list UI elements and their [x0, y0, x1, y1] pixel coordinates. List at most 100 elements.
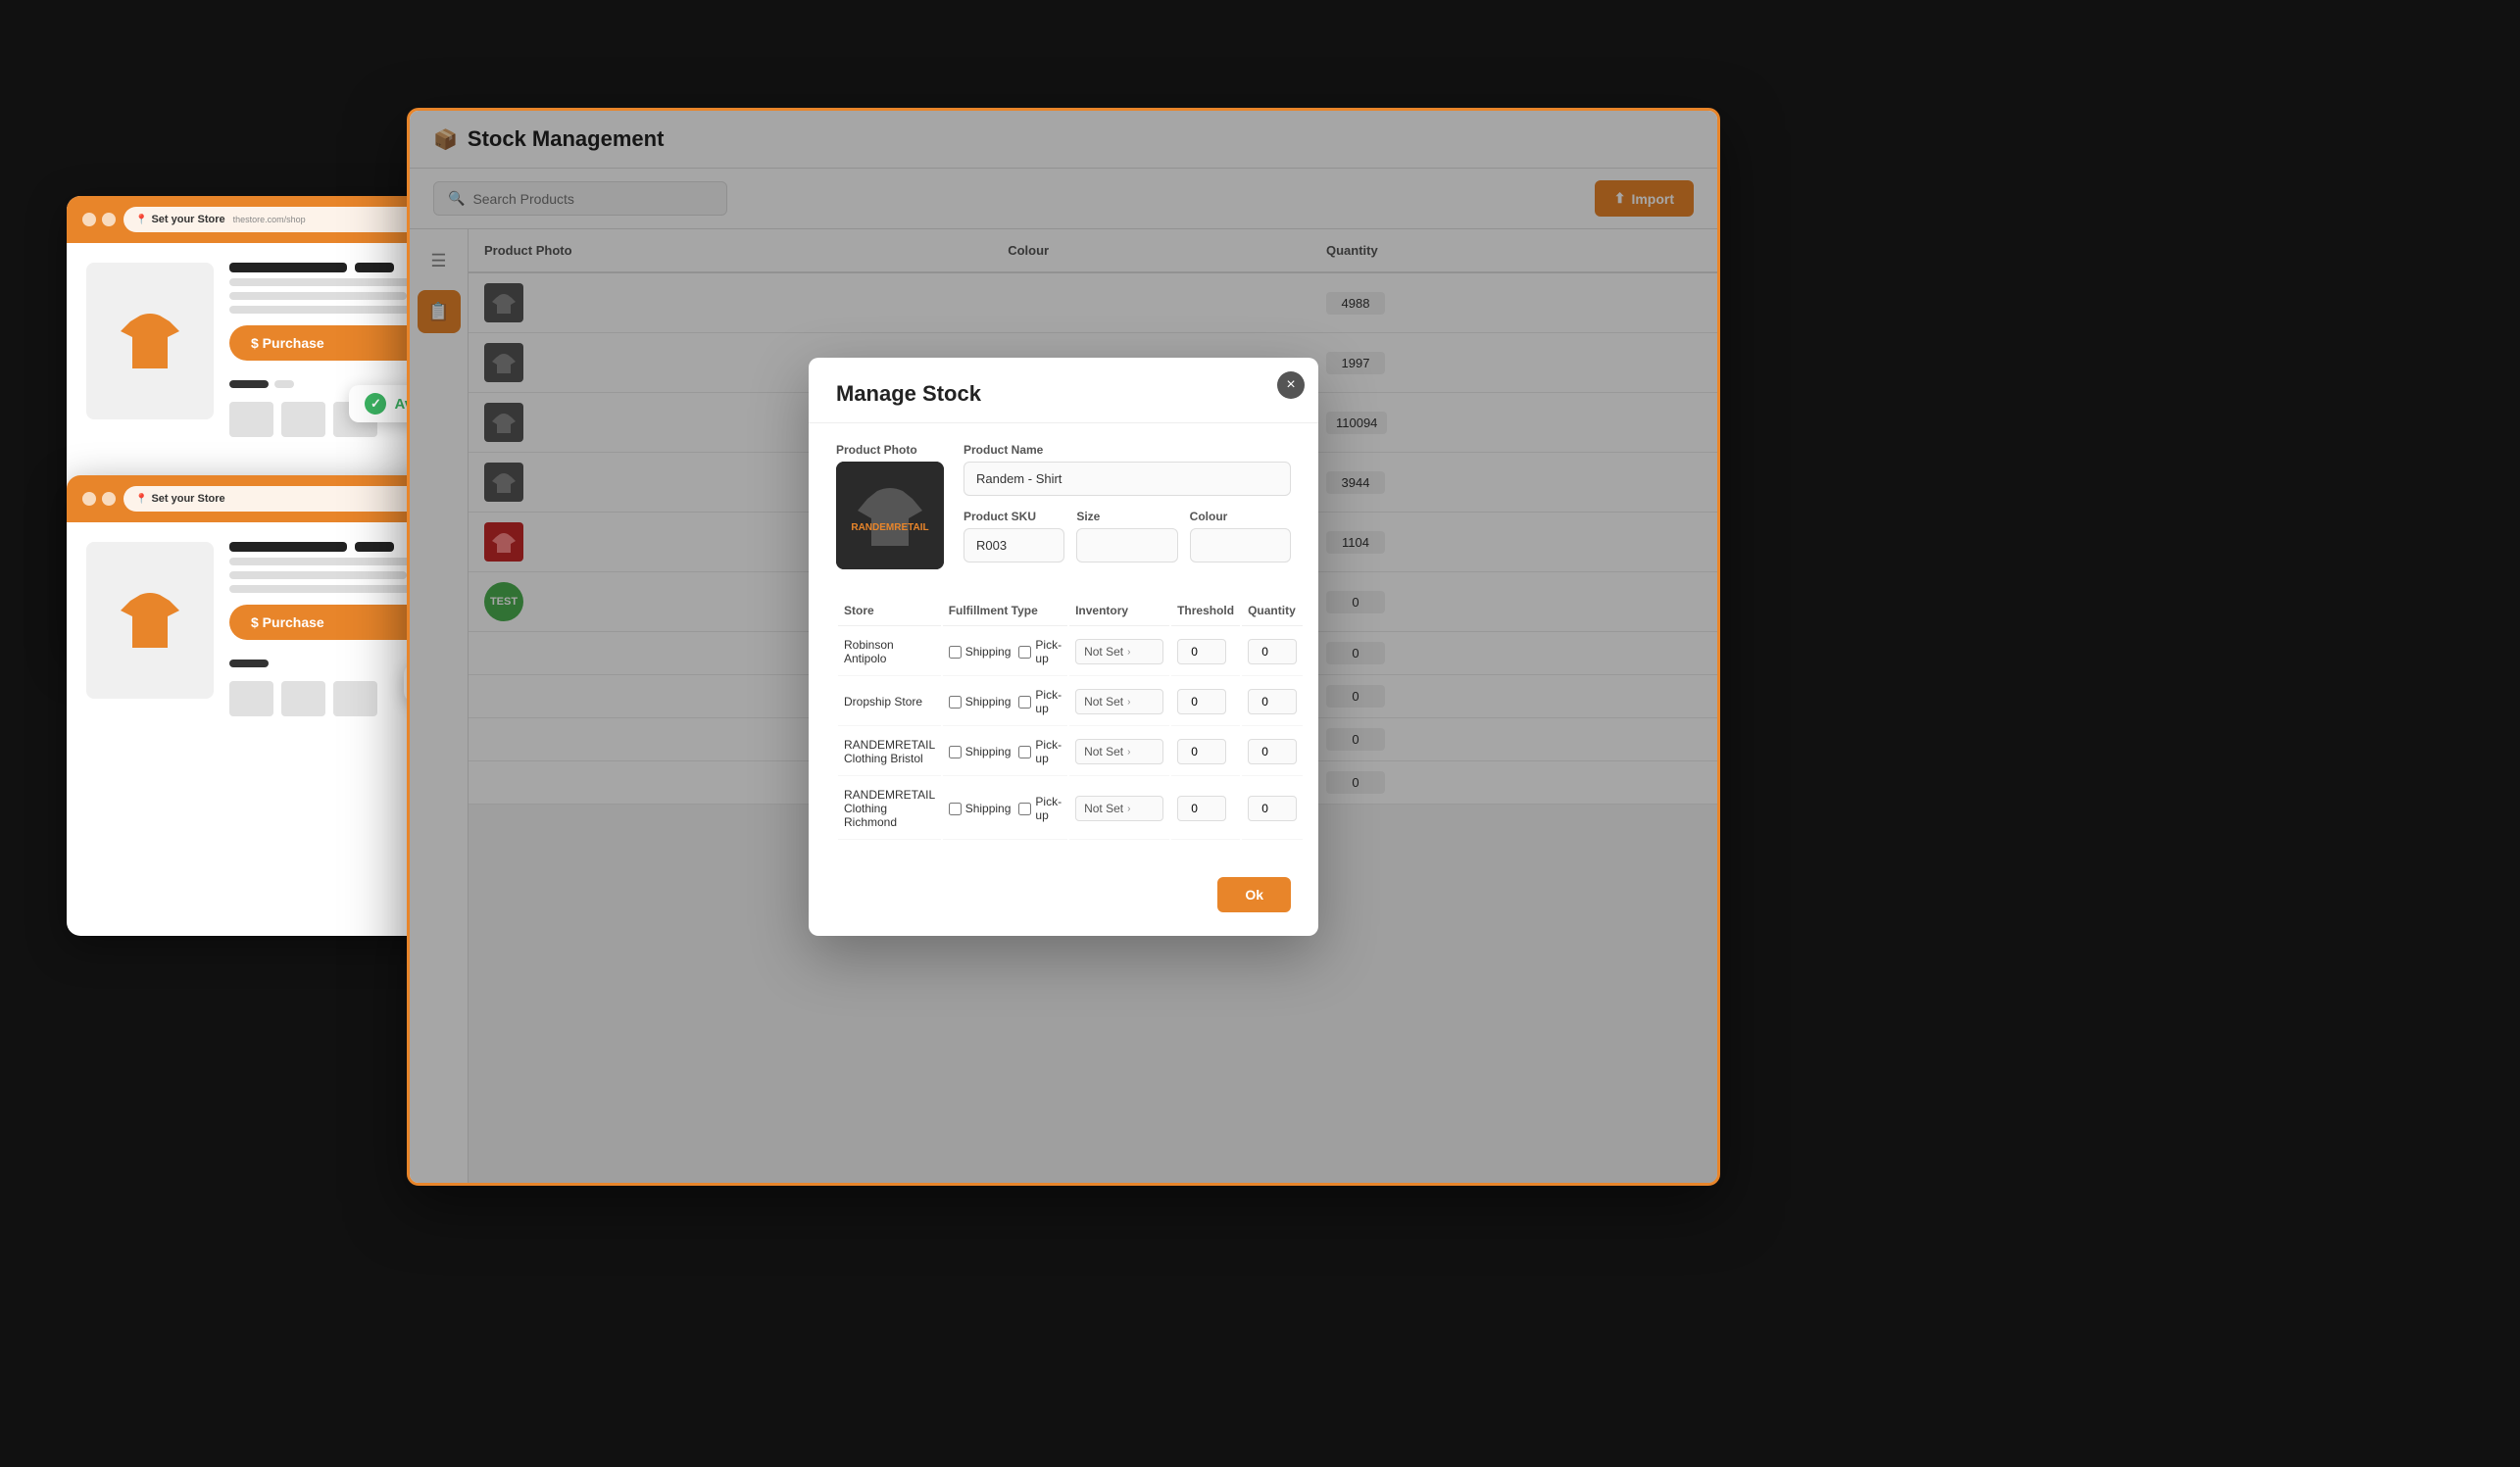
- shipping-checkbox[interactable]: [949, 746, 962, 758]
- inventory-select[interactable]: Not Set ›: [1075, 739, 1163, 764]
- inventory-value: Not Set: [1084, 802, 1123, 815]
- store-row: Robinson Antipolo Shipping Pick-up Not S…: [838, 628, 1303, 676]
- sku-size-colour-row: Product SKU Size Colour: [964, 510, 1291, 576]
- quantity-input[interactable]: [1248, 689, 1297, 714]
- quantity-input[interactable]: [1248, 796, 1297, 821]
- pickup-checkbox[interactable]: [1018, 746, 1031, 758]
- modal-title: Manage Stock: [836, 381, 981, 406]
- store-threshold-cell: [1171, 678, 1240, 726]
- modal-close-button[interactable]: ×: [1277, 371, 1305, 399]
- colour-input[interactable]: [1190, 528, 1291, 562]
- thumb-5: [281, 681, 325, 716]
- size-label: Size: [1076, 510, 1177, 523]
- col-qty: Quantity: [1242, 596, 1303, 626]
- store-threshold-cell: [1171, 628, 1240, 676]
- quantity-input[interactable]: [1248, 639, 1297, 664]
- sku-input[interactable]: [964, 528, 1064, 562]
- modal-product-img: RANDEMRETAIL: [836, 462, 944, 569]
- quantity-input[interactable]: [1248, 739, 1297, 764]
- card-url-text: Set your Store: [151, 214, 224, 225]
- ok-button[interactable]: Ok: [1217, 877, 1291, 912]
- pickup-checkbox[interactable]: [1018, 803, 1031, 815]
- shipping-label: Shipping: [965, 645, 1012, 659]
- pickup-label: Pick-up: [1035, 638, 1062, 665]
- thumb-4: [229, 681, 273, 716]
- store-quantity-cell: [1242, 778, 1303, 840]
- circle-4: [102, 492, 116, 506]
- shipping-checkbox[interactable]: [949, 646, 962, 659]
- card-title-line-2: [355, 263, 394, 272]
- inventory-value: Not Set: [1084, 745, 1123, 758]
- pickup-checkbox[interactable]: [1018, 696, 1031, 709]
- inventory-chevron: ›: [1127, 747, 1130, 758]
- store-table: Store Fulfillment Type Inventory Thresho…: [836, 594, 1305, 842]
- threshold-input[interactable]: [1177, 689, 1226, 714]
- store-fulfillment-cell: Shipping Pick-up: [943, 678, 1067, 726]
- card-product-image: [86, 263, 214, 419]
- card-text-2: [229, 292, 407, 300]
- inventory-select[interactable]: Not Set ›: [1075, 689, 1163, 714]
- store-threshold-cell: [1171, 778, 1240, 840]
- store-fulfillment-cell: Shipping Pick-up: [943, 778, 1067, 840]
- store-fulfillment-cell: Shipping Pick-up: [943, 628, 1067, 676]
- card-url-sub: thestore.com/shop: [233, 215, 306, 224]
- thumb-2: [281, 402, 325, 437]
- size-input[interactable]: [1076, 528, 1177, 562]
- col-threshold: Threshold: [1171, 596, 1240, 626]
- card-circles: [82, 213, 116, 226]
- shipping-label: Shipping: [965, 802, 1012, 815]
- card-url-text-2: Set your Store: [151, 493, 224, 505]
- circle-1: [82, 213, 96, 226]
- store-row: RANDEMRETAIL Clothing Bristol Shipping P…: [838, 728, 1303, 776]
- manage-stock-modal: Manage Stock × Product Photo RANDEMRETAI…: [809, 358, 1318, 936]
- circle-3: [82, 492, 96, 506]
- pickup-label: Pick-up: [1035, 738, 1062, 765]
- product-name-input[interactable]: [964, 462, 1291, 496]
- thumb-6: [333, 681, 377, 716]
- card-title-line-3: [229, 542, 347, 552]
- store-quantity-cell: [1242, 678, 1303, 726]
- pickup-label: Pick-up: [1035, 795, 1062, 822]
- pickup-checkbox[interactable]: [1018, 646, 1031, 659]
- store-fulfillment-cell: Shipping Pick-up: [943, 728, 1067, 776]
- threshold-input[interactable]: [1177, 796, 1226, 821]
- threshold-input[interactable]: [1177, 639, 1226, 664]
- card-text-5: [229, 571, 407, 579]
- product-name-group: Product Name: [964, 443, 1291, 496]
- modal-overlay: Manage Stock × Product Photo RANDEMRETAI…: [410, 111, 1717, 1183]
- store-inventory-cell[interactable]: Not Set ›: [1069, 678, 1169, 726]
- inventory-chevron: ›: [1127, 804, 1130, 814]
- store-name-cell: RANDEMRETAIL Clothing Bristol: [838, 728, 941, 776]
- shipping-checkbox[interactable]: [949, 696, 962, 709]
- available-icon: ✓: [365, 393, 386, 415]
- dash-3: [229, 660, 269, 667]
- store-inventory-cell[interactable]: Not Set ›: [1069, 728, 1169, 776]
- stock-management-panel: 📦 Stock Management 🔍 ⬆ Import ☰ 📋 Produc…: [407, 108, 1720, 1186]
- col-store: Store: [838, 596, 941, 626]
- shipping-checkbox[interactable]: [949, 803, 962, 815]
- inventory-chevron: ›: [1127, 697, 1130, 708]
- inventory-select[interactable]: Not Set ›: [1075, 796, 1163, 821]
- store-inventory-cell[interactable]: Not Set ›: [1069, 778, 1169, 840]
- store-quantity-cell: [1242, 628, 1303, 676]
- store-inventory-cell[interactable]: Not Set ›: [1069, 628, 1169, 676]
- inventory-value: Not Set: [1084, 695, 1123, 709]
- sku-group: Product SKU: [964, 510, 1064, 562]
- inventory-select[interactable]: Not Set ›: [1075, 639, 1163, 664]
- colour-group: Colour: [1190, 510, 1291, 562]
- dash-2: [274, 380, 294, 388]
- product-name-label: Product Name: [964, 443, 1291, 457]
- store-name-cell: RANDEMRETAIL Clothing Richmond: [838, 778, 941, 840]
- card-circles-2: [82, 492, 116, 506]
- card-product-image-2: [86, 542, 214, 699]
- shipping-label: Shipping: [965, 745, 1012, 758]
- store-row: Dropship Store Shipping Pick-up Not Set: [838, 678, 1303, 726]
- svg-text:RANDEMRETAIL: RANDEMRETAIL: [851, 522, 928, 533]
- shipping-label: Shipping: [965, 695, 1012, 709]
- colour-label: Colour: [1190, 510, 1291, 523]
- product-photo-label: Product Photo: [836, 443, 944, 457]
- threshold-input[interactable]: [1177, 739, 1226, 764]
- modal-footer: Ok: [809, 861, 1318, 936]
- store-row: RANDEMRETAIL Clothing Richmond Shipping …: [838, 778, 1303, 840]
- sku-label: Product SKU: [964, 510, 1064, 523]
